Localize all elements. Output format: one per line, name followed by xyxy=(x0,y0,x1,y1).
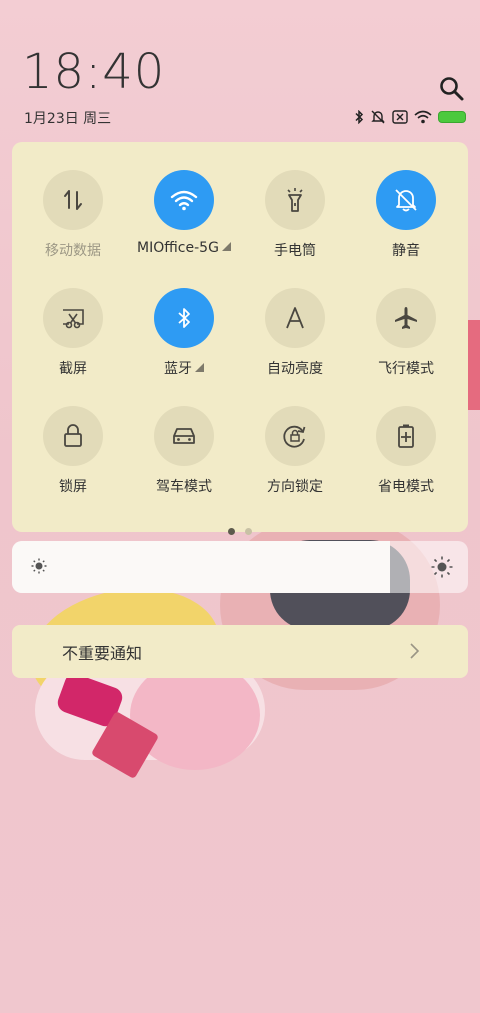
expand-triangle-icon[interactable] xyxy=(221,242,231,251)
expand-triangle-icon[interactable] xyxy=(195,363,204,372)
tile-battery-saver-button[interactable] xyxy=(376,406,436,466)
brightness-slider-fill[interactable] xyxy=(12,541,391,593)
tile-label: 手电筒 xyxy=(274,243,316,259)
tile-label: 蓝牙 xyxy=(164,361,192,377)
tile-lock-screen[interactable]: 锁屏 xyxy=(18,406,128,516)
rotation-lock-icon xyxy=(283,425,306,448)
mute-status-icon xyxy=(371,110,385,124)
clock-time: 18:40 xyxy=(22,44,166,100)
flashlight-icon xyxy=(287,188,303,212)
tile-wifi-button[interactable] xyxy=(154,170,214,230)
tile-label: 截屏 xyxy=(59,361,87,377)
tile-screenshot[interactable]: 截屏 xyxy=(18,288,128,398)
tile-wifi-label-row: MIOffice-5G xyxy=(129,240,239,256)
tile-label: 省电模式 xyxy=(378,479,434,495)
wifi-icon xyxy=(170,190,198,211)
tile-driving-mode[interactable]: 驾车模式 xyxy=(129,406,239,516)
tile-lock-screen-button[interactable] xyxy=(43,406,103,466)
lock-icon xyxy=(64,424,82,447)
tile-flashlight-button[interactable] xyxy=(265,170,325,230)
page-dot-1[interactable] xyxy=(228,528,235,535)
tile-mute-button[interactable] xyxy=(376,170,436,230)
search-button[interactable] xyxy=(438,75,466,103)
brightness-slider[interactable] xyxy=(12,541,468,593)
tile-label: 静音 xyxy=(392,243,420,259)
wifi-status-icon xyxy=(414,110,432,124)
unimportant-notifications-row[interactable]: 不重要通知 xyxy=(12,625,468,678)
battery-saver-icon xyxy=(398,424,414,448)
airplane-icon xyxy=(395,307,417,329)
tile-airplane-button[interactable] xyxy=(376,288,436,348)
tile-flashlight[interactable]: 手电筒 xyxy=(240,170,350,280)
tile-label: 移动数据 xyxy=(45,243,101,259)
tile-label: 锁屏 xyxy=(59,479,87,495)
tile-bluetooth-label-row: 蓝牙 xyxy=(129,358,239,378)
quick-settings-panel: 移动数据 MIOffice-5G 手电筒 静音 截屏 蓝牙 自动亮度 飞行模式 … xyxy=(12,142,468,535)
tile-auto-brightness[interactable]: 自动亮度 xyxy=(240,288,350,398)
status-bar-icons xyxy=(354,107,466,127)
tile-label: MIOffice-5G xyxy=(137,240,219,256)
bluetooth-status-icon xyxy=(355,110,364,124)
search-icon xyxy=(440,77,464,101)
tile-airplane[interactable]: 飞行模式 xyxy=(351,288,461,398)
tile-bluetooth-button[interactable] xyxy=(154,288,214,348)
tile-auto-brightness-button[interactable] xyxy=(265,288,325,348)
tile-label: 方向锁定 xyxy=(267,479,323,495)
battery-icon xyxy=(438,111,466,123)
brightness-low-icon xyxy=(31,558,47,574)
no-sim-icon xyxy=(392,110,408,124)
page-indicator xyxy=(12,520,468,539)
mute-bell-icon xyxy=(395,189,417,212)
tile-rotation-lock-button[interactable] xyxy=(265,406,325,466)
auto-brightness-icon xyxy=(286,307,304,329)
tile-bluetooth[interactable]: 蓝牙 xyxy=(129,288,239,398)
tile-mobile-data[interactable]: 移动数据 xyxy=(18,170,128,280)
tile-screenshot-button[interactable] xyxy=(43,288,103,348)
tile-mute[interactable]: 静音 xyxy=(351,170,461,280)
tile-mobile-data-button[interactable] xyxy=(43,170,103,230)
brightness-high-icon xyxy=(431,556,453,578)
tile-driving-mode-button[interactable] xyxy=(154,406,214,466)
tile-label: 飞行模式 xyxy=(378,361,434,377)
notification-label: 不重要通知 xyxy=(62,643,143,663)
tile-label: 自动亮度 xyxy=(267,361,323,377)
status-date: 1月23日 周三 xyxy=(24,111,112,127)
mobile-data-icon xyxy=(64,190,82,210)
page-dot-2[interactable] xyxy=(245,528,252,535)
tile-label: 驾车模式 xyxy=(156,479,212,495)
tile-battery-saver[interactable]: 省电模式 xyxy=(351,406,461,516)
chevron-right-icon xyxy=(410,643,420,659)
screenshot-icon xyxy=(63,309,84,329)
tile-wifi[interactable]: MIOffice-5G xyxy=(129,170,239,280)
bluetooth-icon xyxy=(178,308,190,328)
car-icon xyxy=(173,428,195,444)
tile-rotation-lock[interactable]: 方向锁定 xyxy=(240,406,350,516)
